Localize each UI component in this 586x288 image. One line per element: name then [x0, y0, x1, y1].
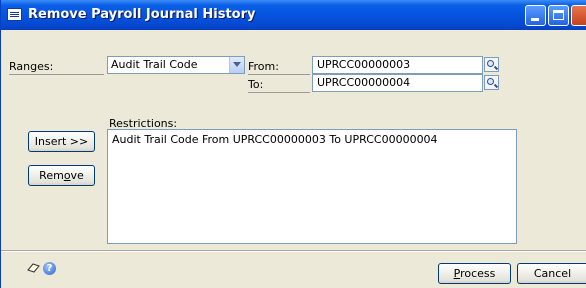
maximize-button[interactable] — [548, 5, 569, 26]
dialog-window: Remove Payroll Journal History Ranges: A… — [0, 0, 586, 288]
help-icon[interactable]: ? — [43, 262, 56, 275]
process-button[interactable]: Process — [438, 263, 511, 284]
cancel-button[interactable]: Cancel — [517, 263, 586, 284]
insert-button[interactable]: Insert >> — [28, 131, 95, 152]
minimize-button[interactable] — [525, 5, 546, 26]
to-field[interactable]: UPRCC00000004 — [312, 74, 483, 92]
from-label-underline — [248, 74, 310, 75]
dropdown-arrow-icon[interactable] — [229, 57, 244, 73]
to-label: To: — [248, 78, 264, 91]
lookup-icon[interactable] — [484, 57, 499, 72]
list-item[interactable]: Audit Trail Code From UPRCC00000003 To U… — [112, 133, 512, 146]
remove-label-end: ve — [70, 169, 84, 182]
remove-button[interactable]: Remove — [28, 165, 95, 186]
window-title: Remove Payroll Journal History — [28, 7, 256, 22]
remove-label-start: Rem — [39, 169, 64, 182]
remove-hotkey: o — [63, 169, 71, 182]
note-icon[interactable] — [27, 263, 40, 273]
title-bar: Remove Payroll Journal History — [1, 0, 586, 30]
restrictions-list[interactable]: Audit Trail Code From UPRCC00000003 To U… — [107, 129, 517, 244]
close-button[interactable] — [571, 5, 586, 26]
ranges-label-underline — [9, 74, 104, 75]
process-label-end: rocess — [460, 267, 496, 280]
lookup-icon[interactable] — [484, 75, 499, 90]
ranges-dropdown-value: Audit Trail Code — [111, 58, 198, 71]
from-field[interactable]: UPRCC00000003 — [312, 56, 483, 74]
from-label: From: — [248, 60, 279, 73]
window-icon — [7, 8, 22, 21]
footer-separator-highlight — [1, 251, 586, 252]
ranges-dropdown[interactable]: Audit Trail Code — [107, 56, 245, 74]
ranges-label: Ranges: — [9, 60, 54, 73]
to-label-underline — [248, 92, 310, 93]
